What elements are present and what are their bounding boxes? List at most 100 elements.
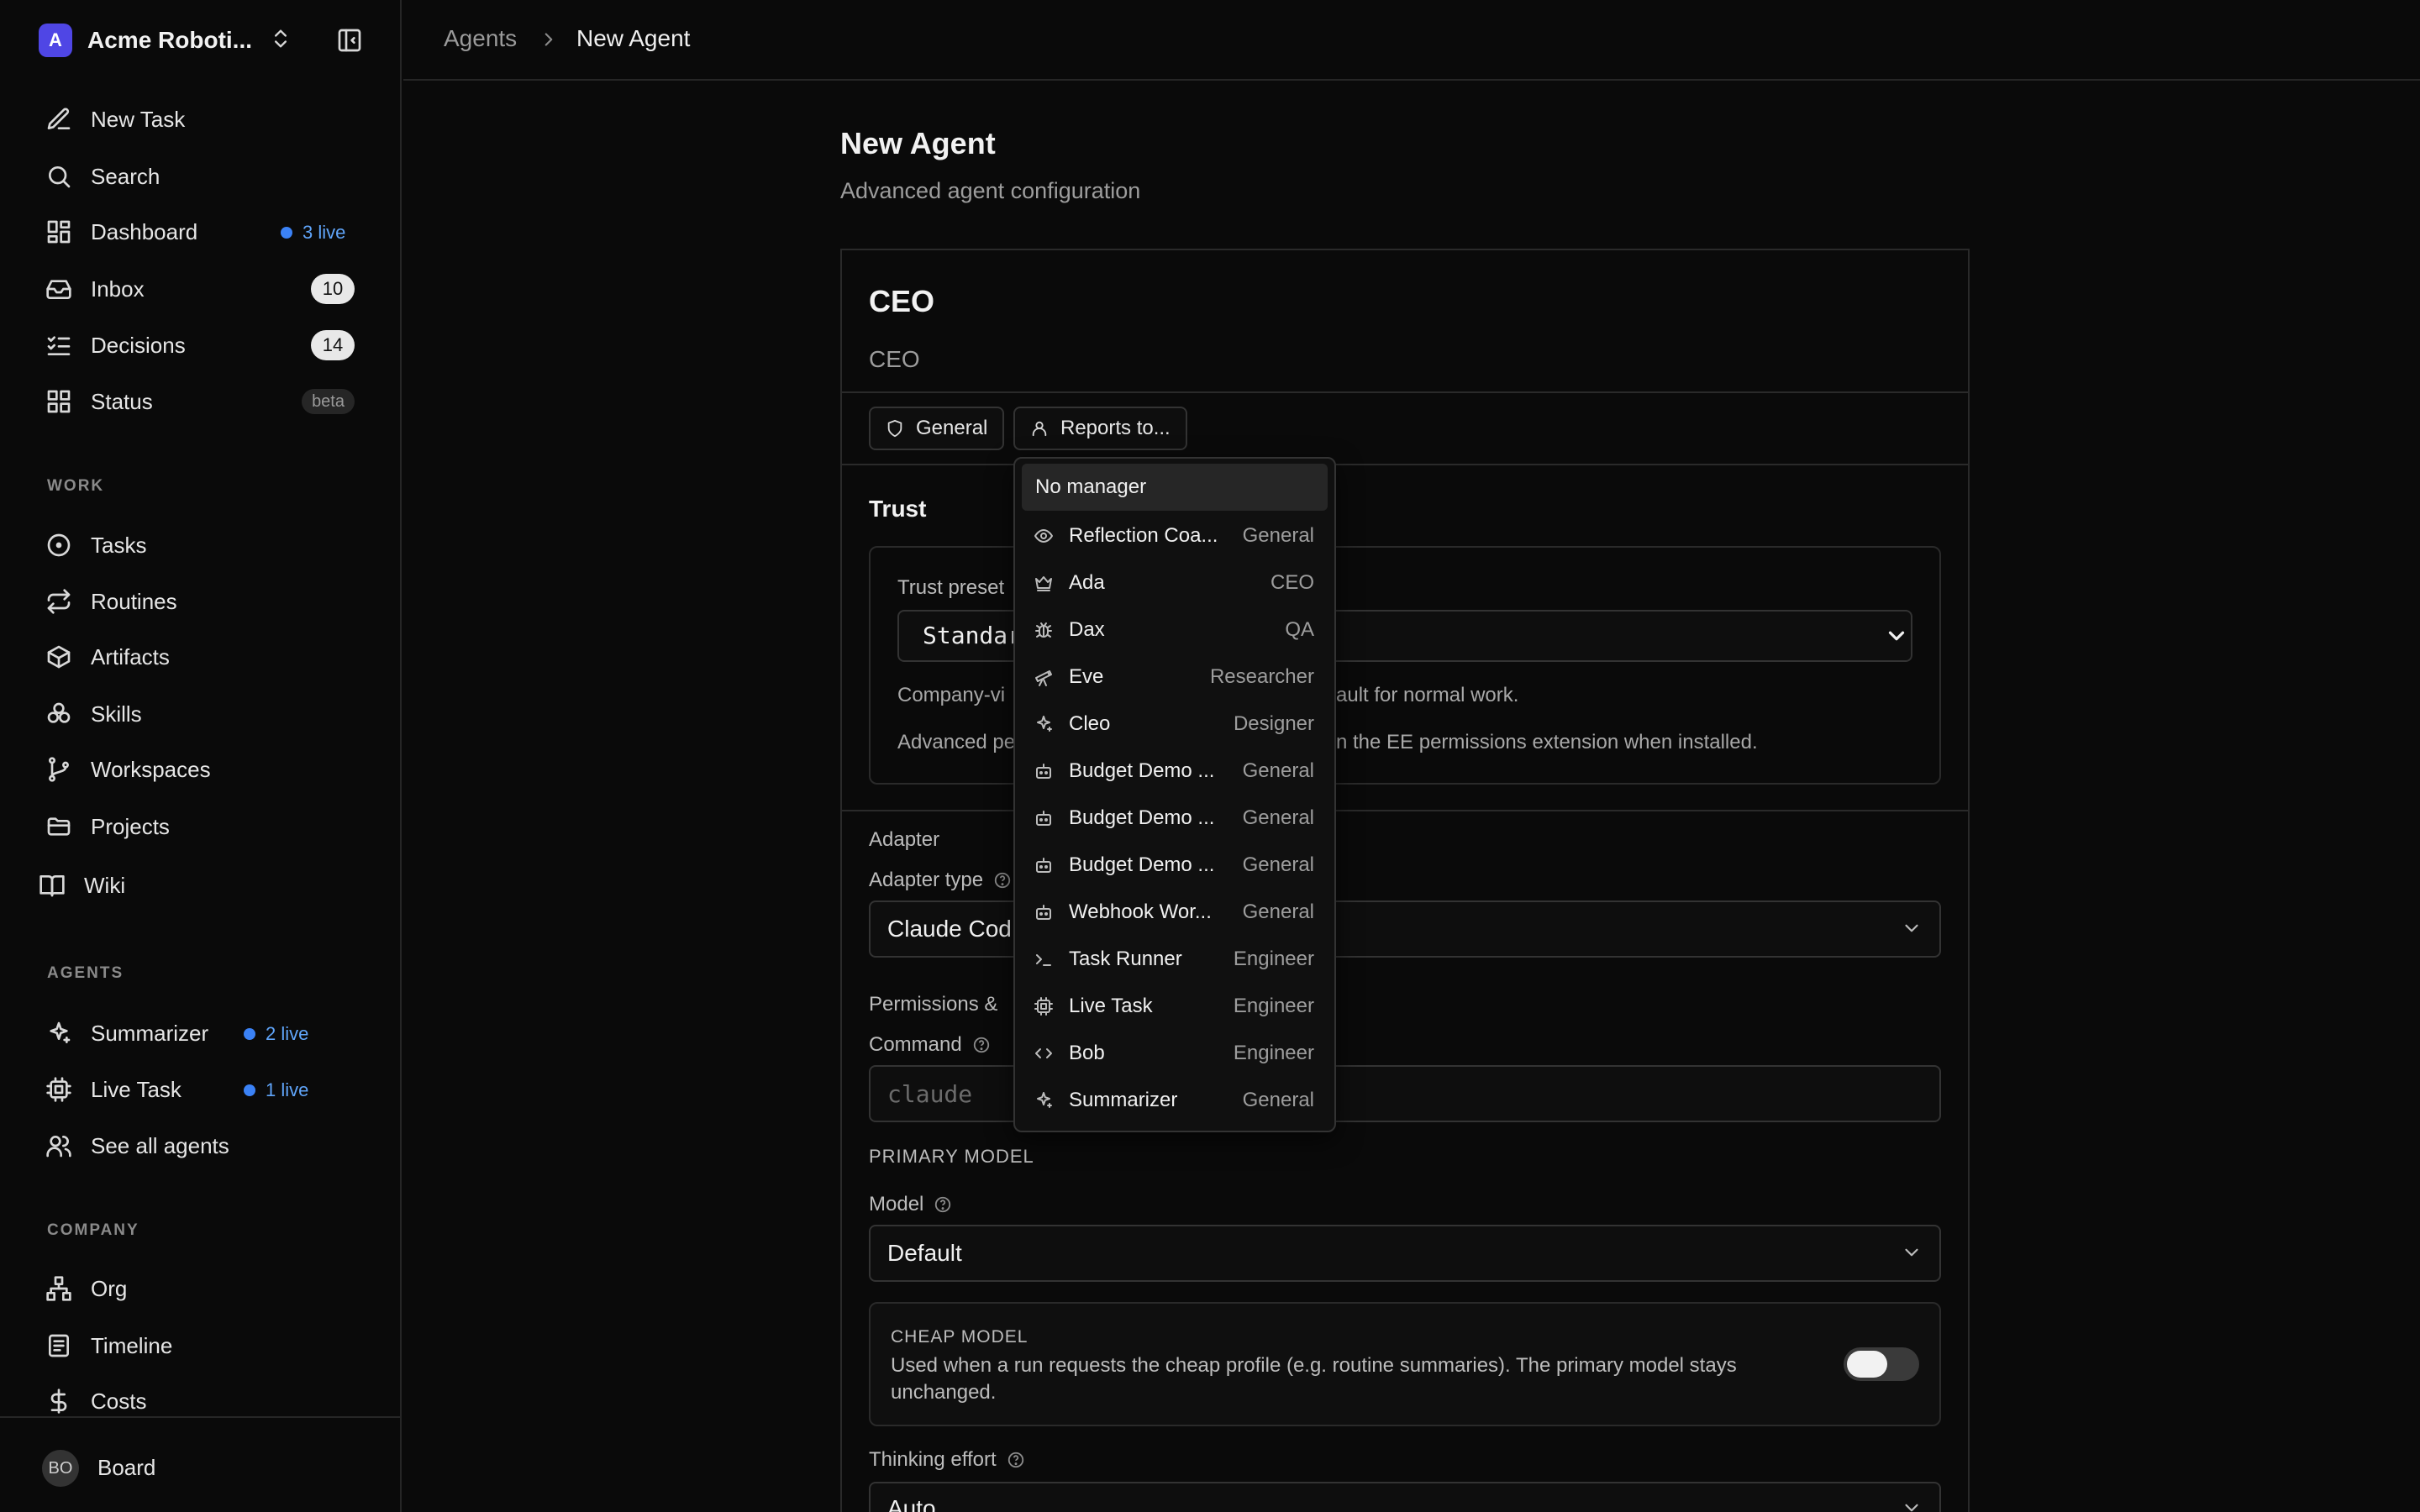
option-name: Budget Demo ...	[1069, 806, 1215, 829]
trust-permissions-note: n the EE permissions extension when inst…	[1336, 731, 1758, 753]
edit-icon	[45, 106, 72, 133]
package-icon	[45, 643, 72, 670]
nav-label: Artifacts	[91, 643, 170, 669]
option-role: Engineer	[1233, 1042, 1314, 1064]
nav-workspaces[interactable]: Workspaces	[45, 749, 365, 790]
page-subtitle: Advanced agent configuration	[840, 178, 1141, 203]
trust-preset-label: Trust preset	[897, 576, 1005, 599]
nav-costs[interactable]: Costs	[45, 1381, 365, 1421]
nav-dashboard[interactable]: Dashboard 3 live	[45, 212, 365, 252]
nav-timeline[interactable]: Timeline	[45, 1326, 365, 1366]
book-open-icon	[39, 872, 66, 899]
nav-org[interactable]: Org	[45, 1268, 365, 1309]
chevrons-up-down-icon	[269, 27, 292, 50]
collapse-sidebar-icon[interactable]	[336, 27, 363, 54]
option-name: Task Runner	[1069, 948, 1182, 970]
dropdown-option[interactable]: Eve Researcher	[1022, 654, 1328, 701]
model-label: Model	[869, 1193, 952, 1216]
option-role: General	[1242, 524, 1314, 547]
divider	[842, 464, 1968, 465]
nav-label: Live Task	[91, 1076, 182, 1102]
live-indicator: 1 live	[244, 1079, 308, 1101]
dropdown-option[interactable]: Budget Demo ... General	[1022, 748, 1328, 795]
live-indicator: 3 live	[281, 222, 345, 244]
nav-routines[interactable]: Routines	[45, 581, 365, 622]
nav-label: Costs	[91, 1388, 147, 1414]
workspace-switcher[interactable]: A Acme Roboti...	[39, 24, 287, 57]
dropdown-option[interactable]: Summarizer General	[1022, 1077, 1328, 1124]
nav-tasks[interactable]: Tasks	[45, 525, 365, 565]
agent-title-input[interactable]: CEO	[869, 346, 920, 373]
nav-artifacts[interactable]: Artifacts	[45, 637, 365, 677]
chevron-down-icon	[1901, 917, 1923, 939]
network-icon	[45, 1275, 72, 1302]
nav-skills[interactable]: Skills	[45, 694, 365, 734]
chevron-down-icon	[1884, 623, 1909, 648]
option-name: Cleo	[1069, 712, 1111, 735]
adapter-type-value: Claude Cod	[887, 916, 1012, 942]
nav-new-task[interactable]: New Task	[45, 99, 365, 139]
option-name: Budget Demo ...	[1069, 853, 1215, 876]
adapter-section-title: Adapter	[869, 828, 940, 851]
thinking-effort-label: Thinking effort	[869, 1448, 1025, 1472]
nav-label: Projects	[91, 813, 170, 839]
option-role: Researcher	[1209, 665, 1314, 688]
dropdown-option[interactable]: Live Task Engineer	[1022, 983, 1328, 1030]
nav-search[interactable]: Search	[45, 156, 365, 197]
section-title-company: COMPANY	[47, 1221, 139, 1239]
reports-to-label: Reports to...	[1060, 417, 1171, 439]
workspace-logo: A	[39, 24, 72, 57]
nav-label: Timeline	[91, 1332, 173, 1358]
top-bar: Agents New Agent	[403, 0, 2420, 81]
primary-model-heading: PRIMARY MODEL	[869, 1146, 1034, 1167]
option-role: General	[1242, 900, 1314, 923]
nav-wiki[interactable]: Wiki	[39, 865, 358, 906]
breadcrumb-current: New Agent	[576, 25, 691, 51]
option-role: Engineer	[1233, 995, 1314, 1017]
agent-name-input[interactable]: CEO	[869, 284, 934, 319]
dropdown-option[interactable]: Webhook Wor... General	[1022, 889, 1328, 936]
dropdown-option[interactable]: Ada CEO	[1022, 559, 1328, 606]
model-select[interactable]	[869, 1225, 1941, 1282]
option-role: CEO	[1270, 571, 1314, 594]
list-checks-icon	[45, 332, 72, 359]
reports-to-chip[interactable]: Reports to...	[1013, 407, 1187, 450]
nav-decisions[interactable]: Decisions 14	[45, 325, 365, 365]
dropdown-option[interactable]: Reflection Coa... General	[1022, 512, 1328, 559]
option-role: Engineer	[1233, 948, 1314, 970]
cheap-model-description: Used when a run requests the cheap profi…	[891, 1354, 1737, 1404]
nav-label: Dashboard	[91, 218, 198, 244]
option-role: Designer	[1233, 712, 1314, 735]
dropdown-option[interactable]: Task Runner Engineer	[1022, 936, 1328, 983]
dropdown-option[interactable]: Bob Engineer	[1022, 1030, 1328, 1077]
chevron-right-icon	[538, 29, 560, 50]
nav-projects[interactable]: Projects	[45, 806, 365, 847]
option-name: Dax	[1069, 618, 1105, 641]
breadcrumb-agents[interactable]: Agents	[444, 25, 517, 52]
cheap-model-toggle[interactable]	[1844, 1347, 1919, 1381]
option-name: Reflection Coa...	[1069, 524, 1218, 547]
sparkles-icon	[45, 1020, 72, 1047]
nav-agent-summarizer[interactable]: Summarizer 2 live	[45, 1013, 365, 1053]
section-title-agents: AGENTS	[47, 964, 124, 982]
option-role: QA	[1285, 618, 1314, 641]
nav-label: See all agents	[91, 1132, 229, 1158]
nav-label: Org	[91, 1275, 128, 1301]
dropdown-option[interactable]: Dax QA	[1022, 606, 1328, 654]
role-chip[interactable]: General	[869, 407, 1005, 450]
dropdown-option[interactable]: Cleo Designer	[1022, 701, 1328, 748]
option-name: Eve	[1069, 665, 1104, 688]
dropdown-option[interactable]: Budget Demo ... General	[1022, 842, 1328, 889]
divider	[842, 810, 1968, 811]
thinking-effort-select[interactable]	[869, 1482, 1941, 1512]
nav-agent-live-task[interactable]: Live Task 1 live	[45, 1069, 365, 1110]
nav-label: Search	[91, 163, 160, 189]
option-name: Live Task	[1069, 995, 1153, 1017]
nav-label: Summarizer	[91, 1020, 209, 1046]
dropdown-option[interactable]: Budget Demo ... General	[1022, 795, 1328, 842]
nav-see-all-agents[interactable]: See all agents	[45, 1126, 365, 1166]
user-bar[interactable]: BO Board	[0, 1416, 402, 1512]
shield-icon	[886, 419, 916, 438]
nav-inbox[interactable]: Inbox 10	[45, 269, 365, 309]
nav-status[interactable]: Status beta	[45, 381, 365, 422]
